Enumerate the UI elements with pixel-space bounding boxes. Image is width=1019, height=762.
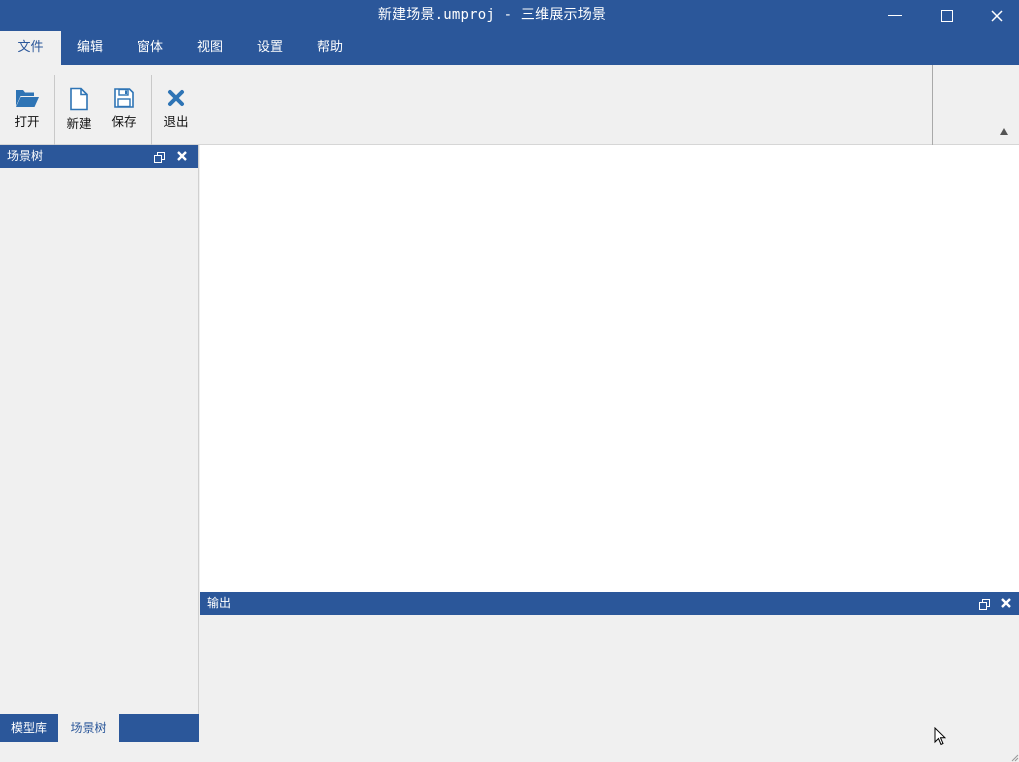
minimize-icon [888, 15, 902, 16]
output-title: 输出 [207, 596, 232, 610]
new-file-icon [70, 87, 88, 111]
ribbon-right-divider [932, 65, 933, 145]
window-title: 新建场景.umproj - 三维展示场景 [377, 7, 607, 23]
menu-file[interactable]: 文件 [0, 31, 61, 65]
output-panel: 输出 [200, 592, 1019, 762]
ribbon-separator [151, 75, 152, 145]
menu-help[interactable]: 帮助 [301, 31, 359, 65]
save-button[interactable]: 保存 [104, 87, 144, 130]
tab-scene-tree[interactable]: 场景树 [58, 714, 119, 742]
scene-viewport[interactable] [200, 145, 1019, 592]
minimize-button[interactable] [870, 0, 920, 31]
ribbon-separator [54, 75, 55, 145]
maximize-button[interactable] [922, 0, 972, 31]
close-window-button[interactable] [974, 0, 1019, 31]
tab-model-library[interactable]: 模型库 [0, 714, 58, 742]
mouse-cursor-icon [934, 727, 946, 746]
menu-settings[interactable]: 设置 [241, 31, 299, 65]
close-panel-icon[interactable] [999, 595, 1013, 611]
open-button[interactable]: 打开 [7, 87, 47, 130]
folder-open-icon [16, 90, 39, 107]
output-header: 输出 [200, 592, 1019, 615]
menu-view[interactable]: 视图 [181, 31, 239, 65]
ribbon: 打开 新建 保存 退出 [0, 65, 1019, 145]
menu-window[interactable]: 窗体 [121, 31, 179, 65]
scene-tree-panel: 场景树 [0, 145, 199, 742]
new-label: 新建 [66, 116, 92, 131]
close-icon [990, 9, 1003, 22]
save-label: 保存 [111, 114, 137, 129]
scene-tree-title: 场景树 [7, 149, 44, 163]
exit-x-icon [168, 90, 184, 106]
exit-label: 退出 [163, 114, 189, 129]
float-window-icon[interactable] [979, 599, 990, 610]
maximize-icon [941, 9, 953, 22]
title-bar: 新建场景.umproj - 三维展示场景 [0, 0, 1019, 31]
scene-tree-header: 场景树 [0, 145, 198, 168]
chevron-up-icon[interactable] [1000, 128, 1008, 135]
float-window-icon[interactable] [154, 152, 165, 163]
new-button[interactable]: 新建 [59, 87, 99, 132]
close-panel-icon[interactable] [175, 148, 189, 164]
save-icon [114, 88, 134, 108]
exit-button[interactable]: 退出 [156, 87, 196, 130]
resize-grip-icon[interactable] [1011, 754, 1019, 762]
left-panel-tabs: 模型库 场景树 [0, 714, 199, 742]
open-label: 打开 [14, 114, 40, 129]
menu-bar: 文件 编辑 窗体 视图 设置 帮助 [0, 31, 1019, 65]
menu-edit[interactable]: 编辑 [61, 31, 119, 65]
